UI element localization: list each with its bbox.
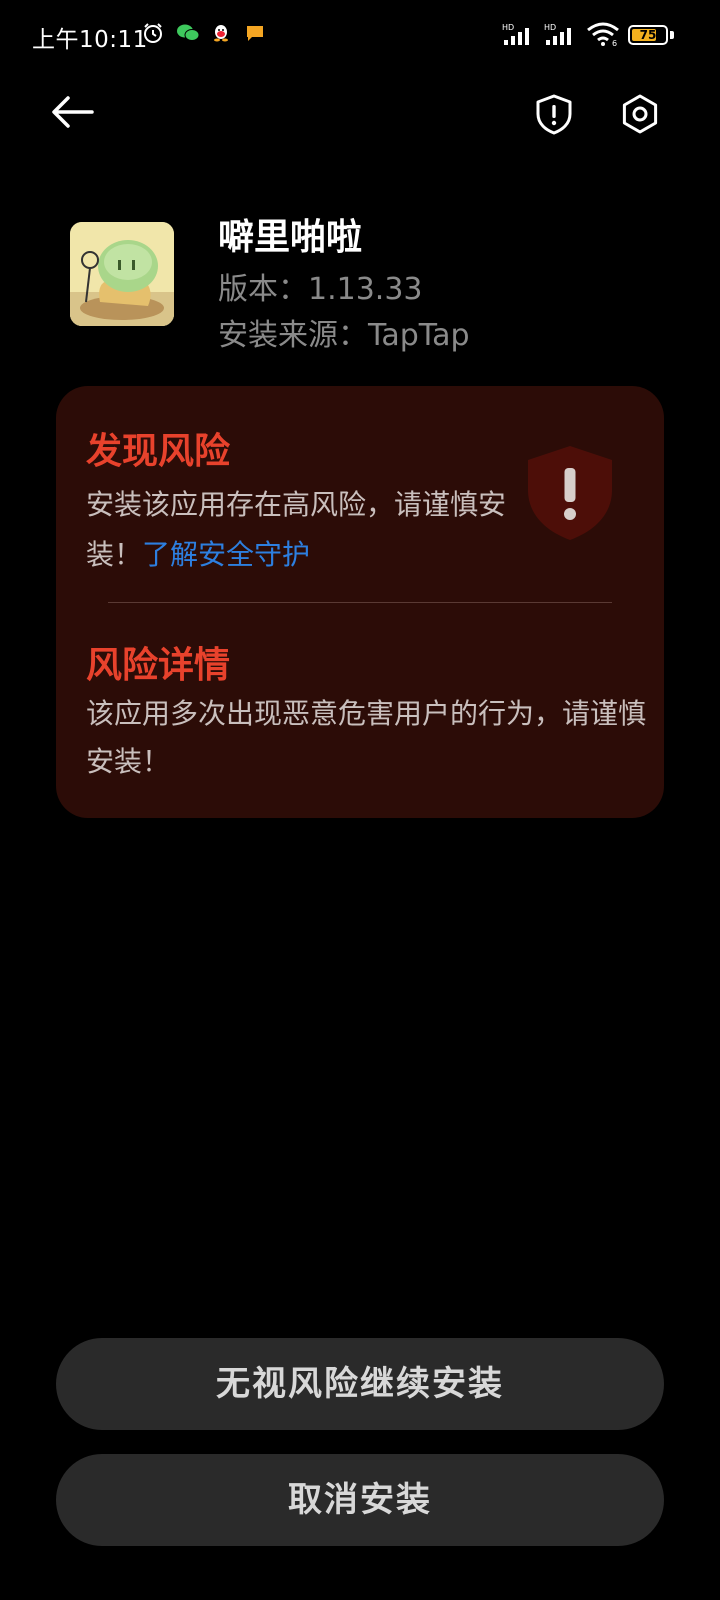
message-icon [244, 22, 266, 44]
shield-exclamation-icon [536, 94, 572, 135]
signal-icon: HD [502, 22, 534, 50]
risk-description: 安装该应用存在高风险，请谨慎安装！了解安全守护 [86, 480, 516, 580]
risk-details-description: 该应用多次出现恶意危害用户的行为，请谨慎安装！ [86, 697, 647, 778]
qq-icon [210, 22, 232, 44]
alarm-icon [142, 22, 164, 44]
app-icon [70, 222, 174, 326]
install-source: 安装来源：TapTap [218, 318, 470, 353]
battery-tip [670, 31, 674, 39]
ignore-risk-continue-install-button[interactable]: 无视风险继续安装 [56, 1338, 664, 1430]
wifi-label: 6 [612, 39, 617, 46]
learn-security-protection-link[interactable]: 了解安全守护 [142, 538, 310, 571]
settings-button[interactable] [618, 92, 662, 136]
app-version: 版本：1.13.33 [218, 272, 423, 307]
status-bar: 上午10:11 HD HD 6 75 [0, 0, 720, 72]
status-icons-left [142, 22, 266, 44]
security-shield-button[interactable] [532, 92, 576, 136]
risk-title: 发现风险 [86, 431, 231, 472]
cancel-install-button[interactable]: 取消安装 [56, 1454, 664, 1546]
battery-icon: 75 [628, 25, 668, 45]
wechat-icon [176, 22, 200, 44]
network-label-1: HD [502, 23, 514, 32]
back-button[interactable] [44, 88, 100, 136]
app-name: 噼里啪啦 [218, 217, 363, 258]
risk-shield-icon [526, 444, 614, 542]
wifi-icon: 6 [586, 22, 620, 50]
card-divider [108, 602, 612, 603]
signal-icon: HD [544, 22, 576, 50]
status-time: 上午10:11 [32, 27, 148, 53]
status-icons-right: HD HD 6 [502, 22, 620, 50]
risk-warning-card: 发现风险 安装该应用存在高风险，请谨慎安装！了解安全守护 风险详情 该应用多次出… [56, 386, 664, 818]
network-label-2: HD [544, 23, 556, 32]
battery-level: 75 [639, 28, 657, 42]
gear-icon [622, 94, 658, 134]
risk-details-title: 风险详情 [86, 645, 231, 686]
arrow-left-icon [52, 96, 94, 128]
